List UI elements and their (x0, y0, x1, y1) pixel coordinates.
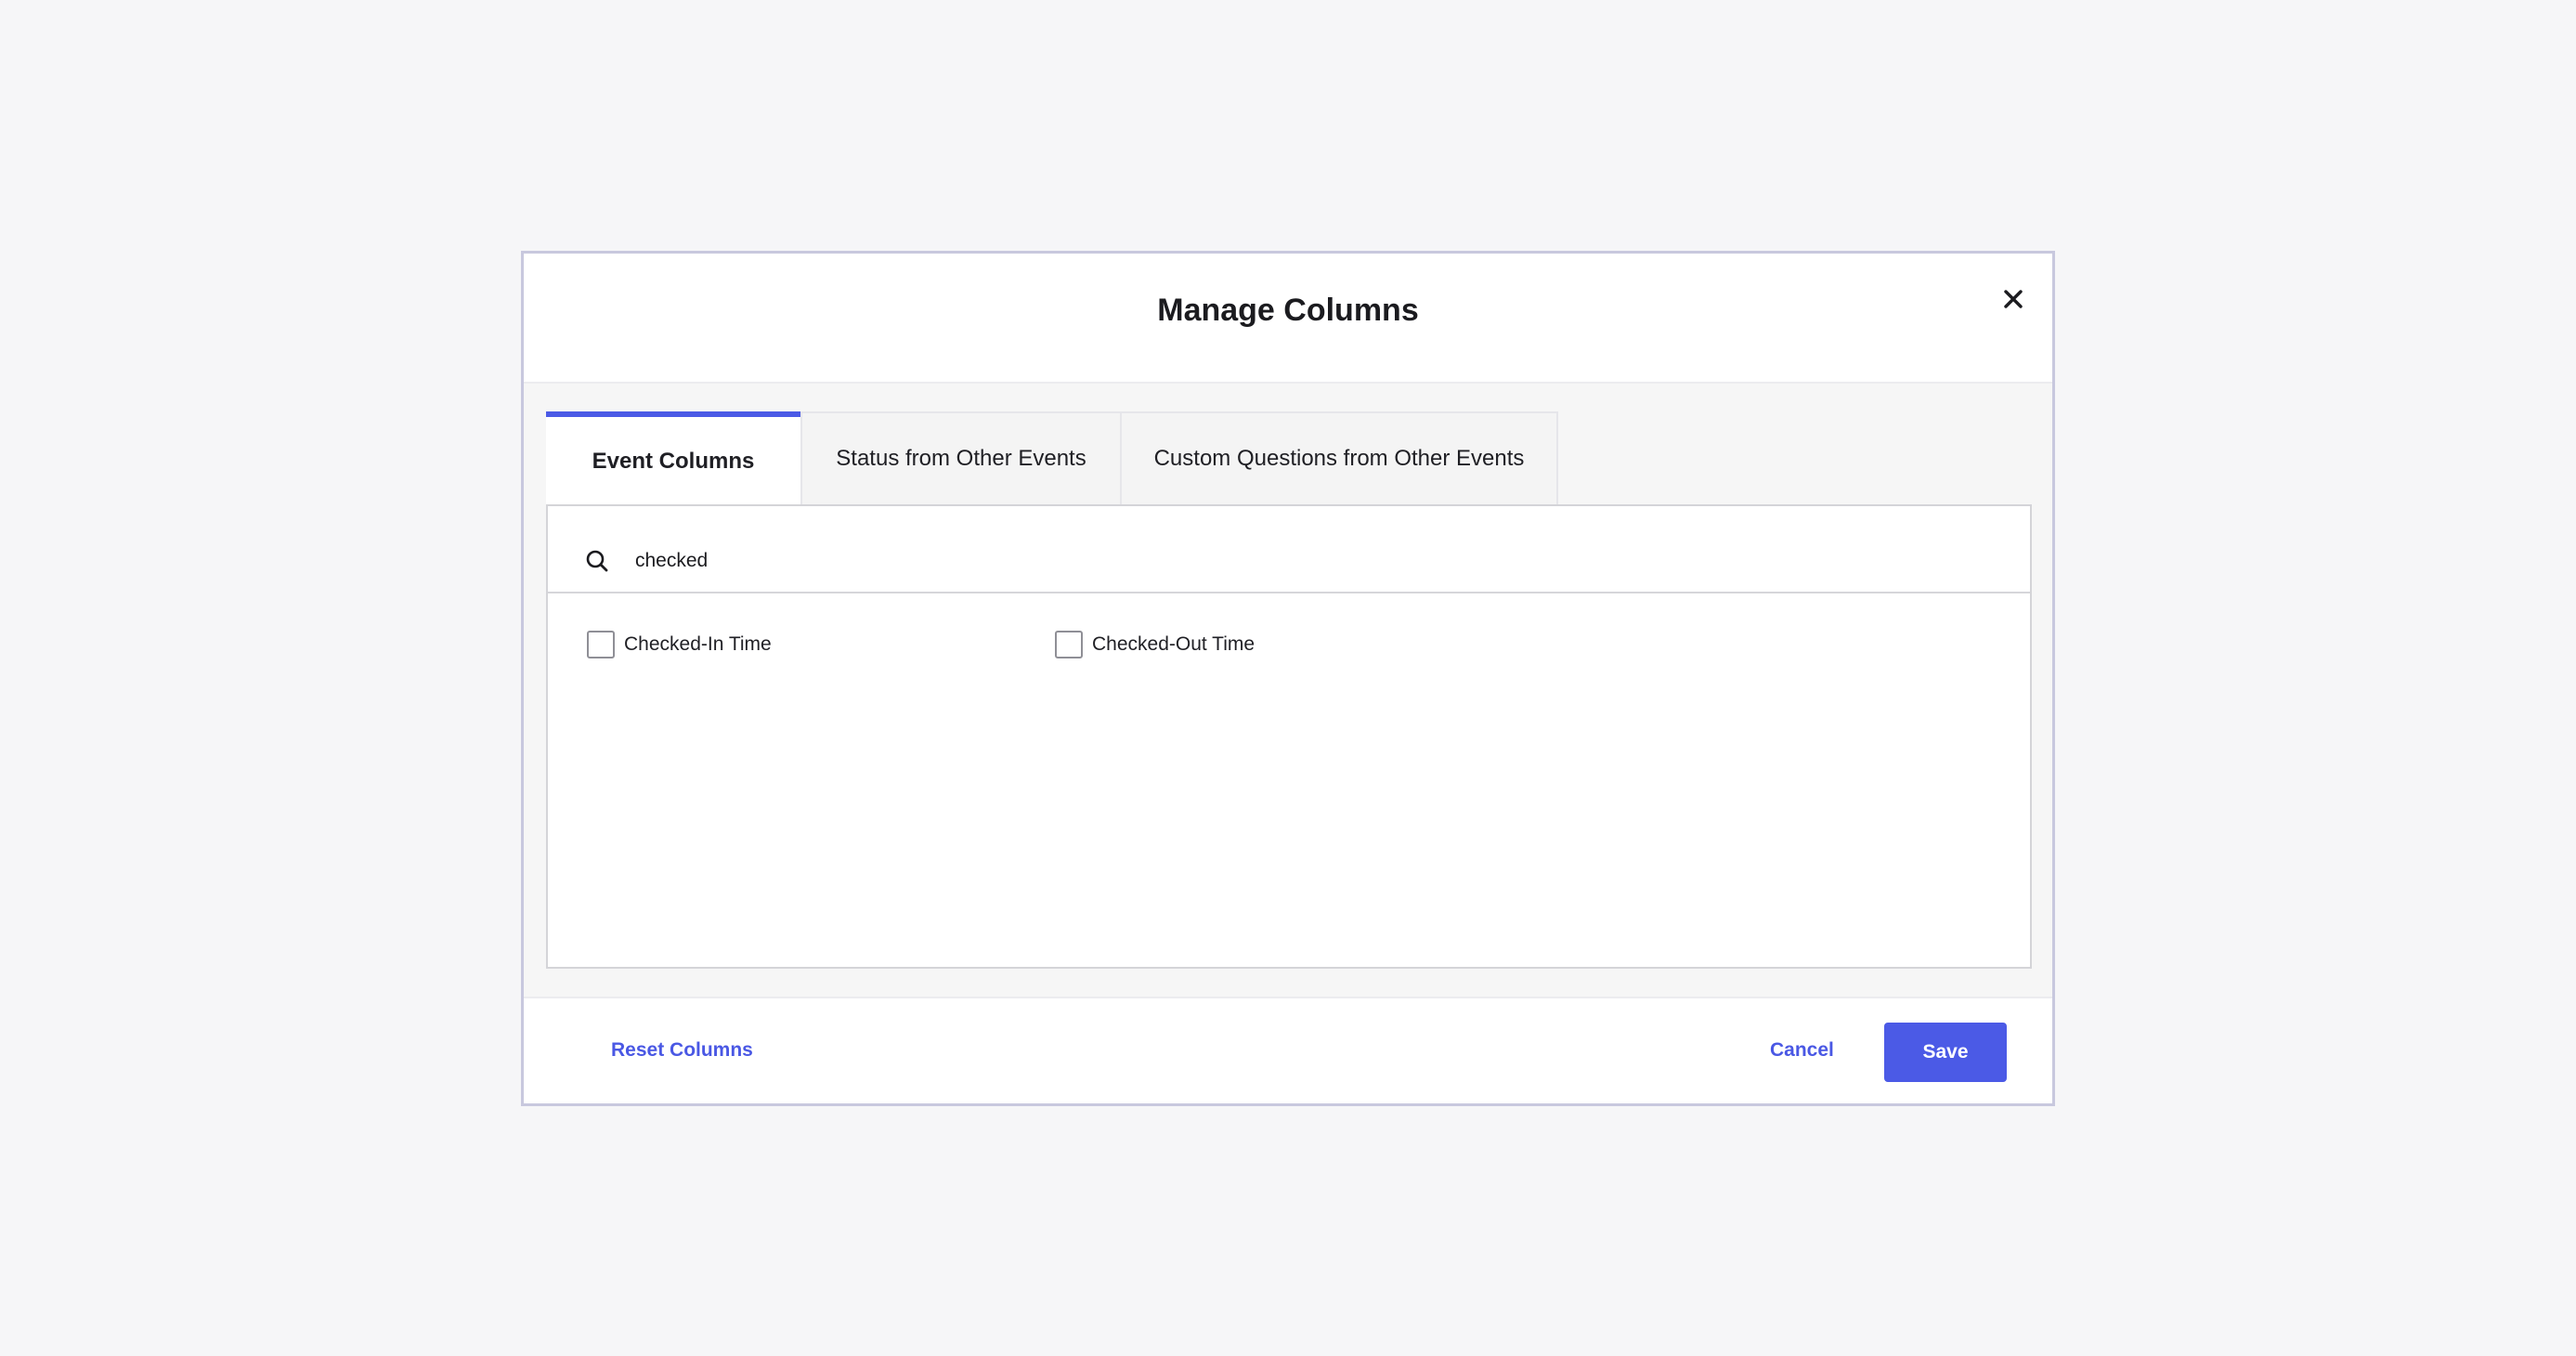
option-checked-out-time[interactable]: Checked-Out Time (1055, 631, 1255, 658)
tab-custom-questions-from-other-events[interactable]: Custom Questions from Other Events (1120, 411, 1558, 504)
option-label: Checked-In Time (624, 633, 772, 655)
close-button[interactable] (1993, 279, 2034, 319)
tab-status-from-other-events[interactable]: Status from Other Events (800, 411, 1122, 504)
tab-bar: Event Columns Status from Other Events C… (546, 411, 1558, 506)
columns-panel: Checked-In Time Checked-Out Time (546, 504, 2032, 969)
manage-columns-modal: Manage Columns Event Columns Status from… (521, 251, 2055, 1106)
search-icon (586, 550, 608, 572)
save-button[interactable]: Save (1884, 1023, 2007, 1082)
option-checked-in-time[interactable]: Checked-In Time (587, 631, 772, 658)
tab-event-columns[interactable]: Event Columns (546, 411, 802, 506)
reset-columns-button[interactable]: Reset Columns (611, 1039, 753, 1062)
modal-header: Manage Columns (524, 254, 2052, 384)
close-icon (2004, 290, 2023, 308)
search-input[interactable] (635, 545, 1471, 577)
checkbox[interactable] (587, 631, 615, 658)
search-row (548, 506, 2030, 593)
cancel-button[interactable]: Cancel (1770, 1039, 1834, 1062)
modal-title: Manage Columns (1157, 293, 1419, 328)
checkbox[interactable] (1055, 631, 1083, 658)
modal-footer: Reset Columns Cancel Save (524, 997, 2052, 1103)
option-label: Checked-Out Time (1092, 633, 1255, 655)
